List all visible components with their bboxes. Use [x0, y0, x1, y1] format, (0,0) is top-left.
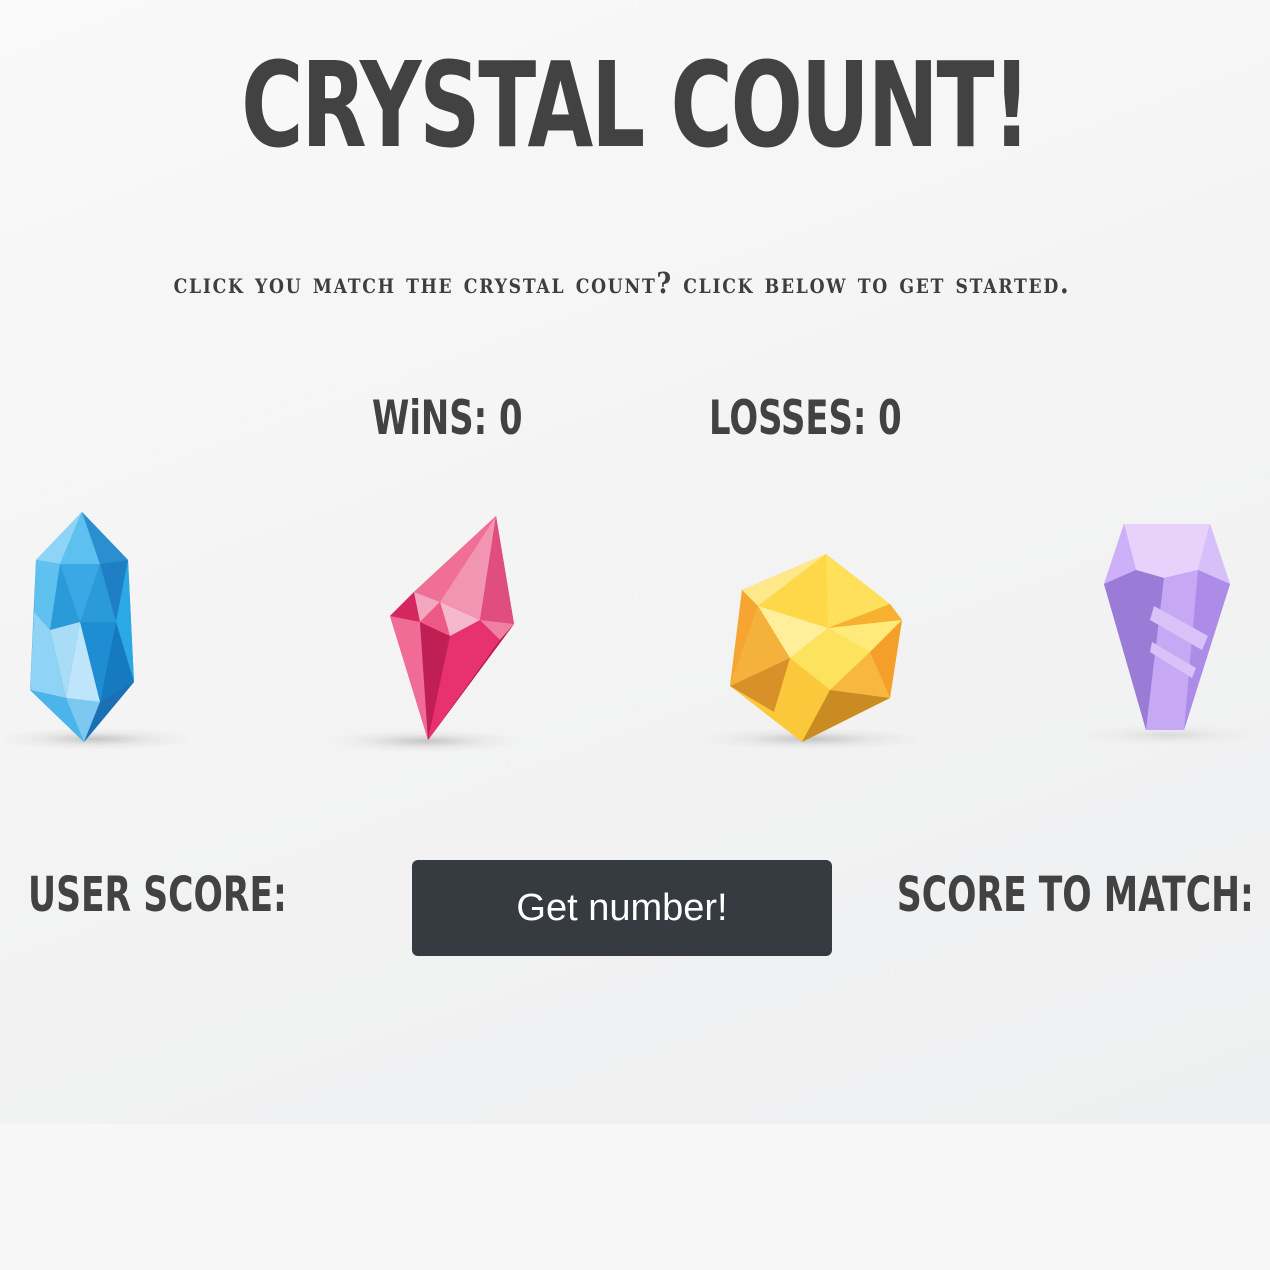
blue-crystal-icon	[30, 512, 134, 742]
score-to-match-label: SCORE TO MATCH:	[896, 867, 1254, 923]
get-number-button[interactable]: Get number!	[412, 860, 832, 956]
user-score-label: USER SCORE:	[28, 867, 287, 923]
game-page: CRYSTAL COUNT! Click you match the cryst…	[0, 0, 1270, 1270]
purple-crystal-icon	[1104, 524, 1230, 730]
wins-value: 0	[498, 391, 523, 446]
losses-counter: LOSSES: 0	[709, 391, 902, 446]
blue-crystal-button[interactable]	[30, 512, 136, 742]
user-score: USER SCORE:	[28, 867, 287, 923]
wins-counter: WiNS: 0	[372, 391, 523, 446]
game-title: CRYSTAL COUNT!	[241, 36, 1031, 174]
pink-crystal-button[interactable]	[390, 516, 516, 742]
yellow-crystal-button[interactable]	[730, 554, 902, 742]
losses-value: 0	[878, 391, 902, 446]
game-instructions: Click you match the crystal count? Click…	[173, 266, 1071, 300]
pink-crystal-icon	[390, 516, 514, 740]
wins-label: WiNS:	[372, 391, 488, 446]
losses-label: LOSSES:	[709, 391, 867, 446]
game-stage: CRYSTAL COUNT! Click you match the cryst…	[0, 0, 1270, 1124]
yellow-crystal-icon	[730, 554, 902, 742]
purple-crystal-button[interactable]	[1104, 524, 1230, 734]
score-to-match: SCORE TO MATCH:	[896, 867, 1254, 923]
